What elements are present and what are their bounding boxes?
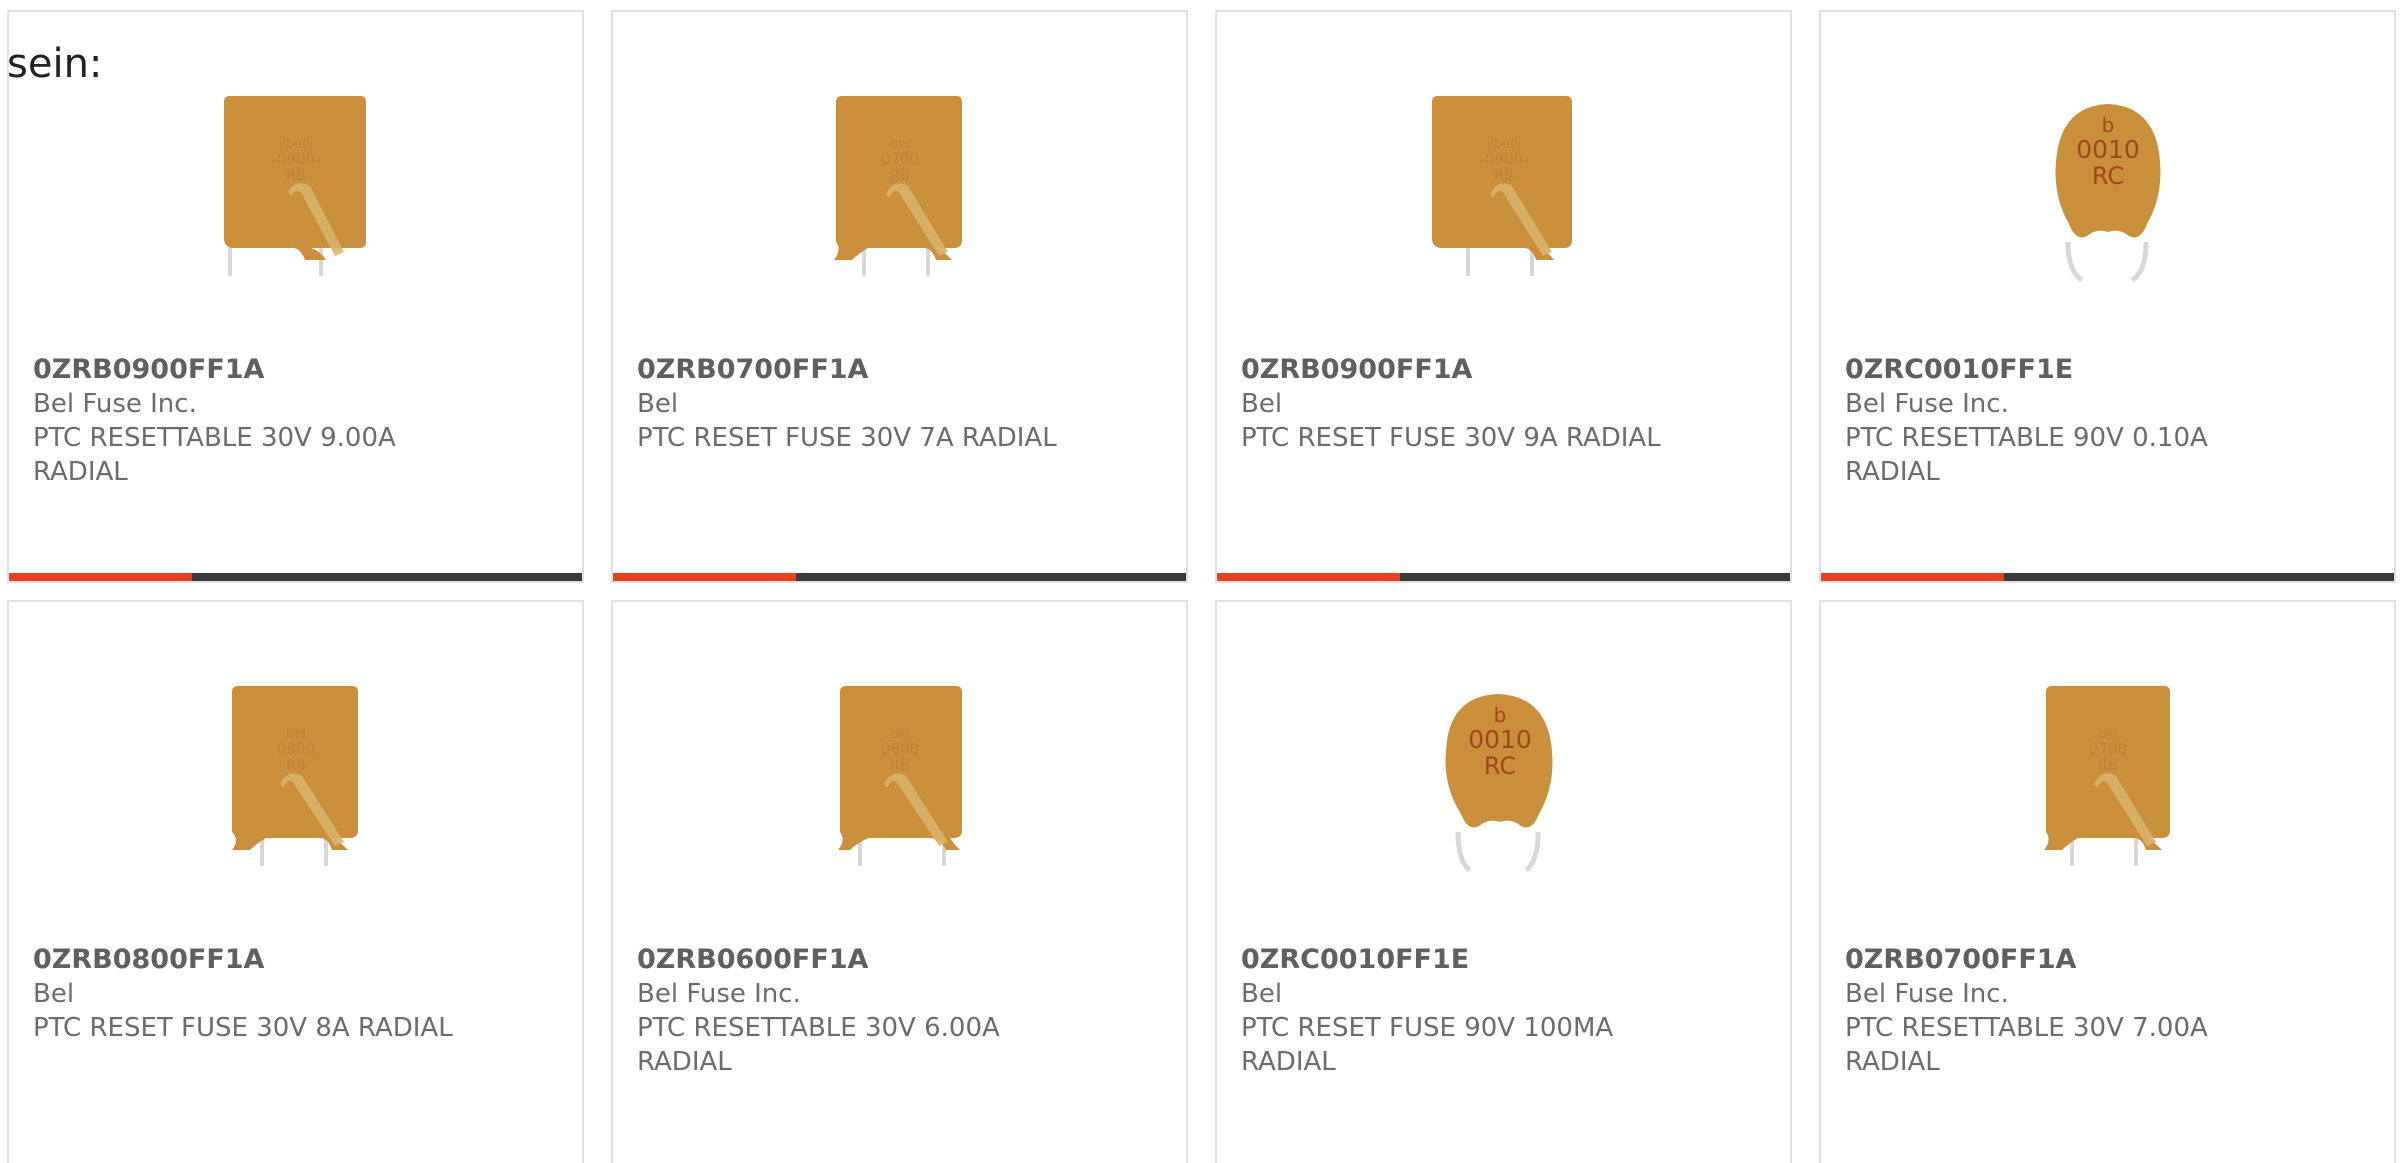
- product-card-link[interactable]: bel 0700 RB 0ZRB0700FF1A Bel PTC RESET F…: [613, 12, 1186, 581]
- manufacturer: Bel: [1241, 389, 1283, 419]
- manufacturer: Bel Fuse Inc.: [1845, 979, 2009, 1009]
- manufacturer: Bel: [637, 389, 679, 419]
- progress-bar: [1821, 573, 2394, 581]
- product-card[interactable]: bel 0900 RB 0ZRB0900FF1A Bel PTC RESET F…: [1215, 10, 1792, 583]
- svg-text:b: b: [2102, 113, 2115, 137]
- product-card-link[interactable]: bel 0800 RB 0ZRB0800FF1A Bel PTC RESET F…: [9, 602, 582, 1163]
- svg-text:RC: RC: [1484, 752, 1516, 780]
- rectangular-fuse-icon: bel 0700 RB: [834, 96, 962, 276]
- product-card[interactable]: bel 0700 RB 0ZRB0700FF1A Bel PTC RESET F…: [611, 10, 1188, 583]
- svg-text:0900: 0900: [1485, 150, 1523, 168]
- product-card[interactable]: bel 0600 RB 0ZRB0600FF1A Bel Fuse Inc. P…: [611, 600, 1188, 1163]
- product-card[interactable]: b 0010 RC 0ZRC0010FF1E Bel PTC RESET FUS…: [1215, 600, 1792, 1163]
- svg-text:RB: RB: [890, 168, 909, 184]
- description: PTC RESETTABLE 90V 0.10A RADIAL: [1845, 423, 2208, 487]
- progress-fill: [1217, 573, 1401, 581]
- product-image: bel 0700 RB: [800, 82, 1000, 282]
- description: PTC RESET FUSE 90V 100MA RADIAL: [1241, 1013, 1614, 1077]
- svg-text:b: b: [1494, 703, 1507, 727]
- progress-fill: [1821, 573, 2005, 581]
- svg-text:0600: 0600: [881, 740, 919, 758]
- product-card-link[interactable]: bel 0900 RB 0ZRB0900FF1A Bel PTC RESET F…: [1217, 12, 1790, 581]
- rectangular-fuse-icon: bel 0900 RB: [224, 96, 366, 276]
- manufacturer: Bel Fuse Inc.: [33, 389, 197, 419]
- rectangular-fuse-icon: bel 0900 RB: [1432, 96, 1572, 276]
- product-card-link[interactable]: bel 0600 RB 0ZRB0600FF1A Bel Fuse Inc. P…: [613, 602, 1186, 1163]
- manufacturer: Bel Fuse Inc.: [637, 979, 801, 1009]
- product-image: bel 0700 RB: [2008, 672, 2208, 872]
- description: PTC RESET FUSE 30V 7A RADIAL: [637, 423, 1057, 453]
- progress-bar: [9, 573, 582, 581]
- rectangular-fuse-icon: bel 0800 RB: [232, 686, 358, 866]
- manufacturer: Bel Fuse Inc.: [1845, 389, 2009, 419]
- svg-text:0010: 0010: [2076, 135, 2140, 164]
- product-grid-page: sein: bel 0900 RB 0ZRB0900FF1A Bel Fuse …: [0, 0, 2400, 1163]
- intro-text: sein:: [7, 41, 103, 87]
- description: PTC RESETTABLE 30V 9.00A RADIAL: [33, 423, 396, 487]
- disc-fuse-icon: b 0010 RC: [2055, 104, 2161, 282]
- product-card-link[interactable]: bel 0700 RB 0ZRB0700FF1A Bel Fuse Inc. P…: [1821, 602, 2394, 1163]
- svg-text:RB: RB: [2098, 758, 2117, 774]
- product-image: b 0010 RC: [2008, 82, 2208, 282]
- part-number[interactable]: 0ZRC0010FF1E: [1241, 943, 1469, 977]
- product-image: bel 0600 RB: [800, 672, 1000, 872]
- product-card-link[interactable]: bel 0900 RB 0ZRB0900FF1A Bel Fuse Inc. P…: [9, 12, 582, 581]
- svg-text:RB: RB: [890, 758, 909, 774]
- product-card[interactable]: bel 0700 RB 0ZRB0700FF1A Bel Fuse Inc. P…: [1819, 600, 2396, 1163]
- part-number[interactable]: 0ZRB0700FF1A: [637, 353, 868, 387]
- description: PTC RESETTABLE 30V 7.00A RADIAL: [1845, 1013, 2208, 1077]
- part-number[interactable]: 0ZRB0800FF1A: [33, 943, 264, 977]
- part-number[interactable]: 0ZRB0900FF1A: [1241, 353, 1472, 387]
- description: PTC RESETTABLE 30V 6.00A RADIAL: [637, 1013, 1000, 1077]
- part-number[interactable]: 0ZRB0900FF1A: [33, 353, 264, 387]
- svg-text:0800: 0800: [277, 740, 315, 758]
- description: PTC RESET FUSE 30V 8A RADIAL: [33, 1013, 453, 1043]
- progress-fill: [9, 573, 193, 581]
- progress-bar: [1217, 573, 1790, 581]
- part-number[interactable]: 0ZRB0600FF1A: [637, 943, 868, 977]
- product-card-link[interactable]: b 0010 RC 0ZRC0010FF1E Bel Fuse Inc. PTC…: [1821, 12, 2394, 581]
- product-image: bel 0800 RB: [196, 672, 396, 872]
- product-card[interactable]: b 0010 RC 0ZRC0010FF1E Bel Fuse Inc. PTC…: [1819, 10, 2396, 583]
- manufacturer: Bel: [33, 979, 75, 1009]
- product-image: bel 0900 RB: [1404, 82, 1604, 282]
- svg-text:0700: 0700: [2089, 740, 2127, 758]
- svg-text:0700: 0700: [881, 150, 919, 168]
- svg-text:RB: RB: [286, 168, 305, 184]
- svg-text:RC: RC: [2092, 162, 2124, 190]
- rectangular-fuse-icon: bel 0700 RB: [2044, 686, 2170, 866]
- rectangular-fuse-icon: bel 0600 RB: [838, 686, 962, 866]
- product-card[interactable]: bel 0900 RB 0ZRB0900FF1A Bel Fuse Inc. P…: [7, 10, 584, 583]
- disc-fuse-icon: b 0010 RC: [1445, 694, 1553, 872]
- product-image: bel 0900 RB: [196, 82, 396, 282]
- product-image: b 0010 RC: [1404, 672, 1604, 872]
- svg-text:0010: 0010: [1468, 725, 1532, 754]
- product-card[interactable]: bel 0800 RB 0ZRB0800FF1A Bel PTC RESET F…: [7, 600, 584, 1163]
- svg-text:RB: RB: [286, 758, 305, 774]
- svg-text:0900: 0900: [277, 150, 315, 168]
- progress-bar: [613, 573, 1186, 581]
- progress-fill: [613, 573, 797, 581]
- part-number[interactable]: 0ZRB0700FF1A: [1845, 943, 2076, 977]
- part-number[interactable]: 0ZRC0010FF1E: [1845, 353, 2073, 387]
- description: PTC RESET FUSE 30V 9A RADIAL: [1241, 423, 1661, 453]
- svg-text:RB: RB: [1494, 168, 1513, 184]
- product-card-link[interactable]: b 0010 RC 0ZRC0010FF1E Bel PTC RESET FUS…: [1217, 602, 1790, 1163]
- manufacturer: Bel: [1241, 979, 1283, 1009]
